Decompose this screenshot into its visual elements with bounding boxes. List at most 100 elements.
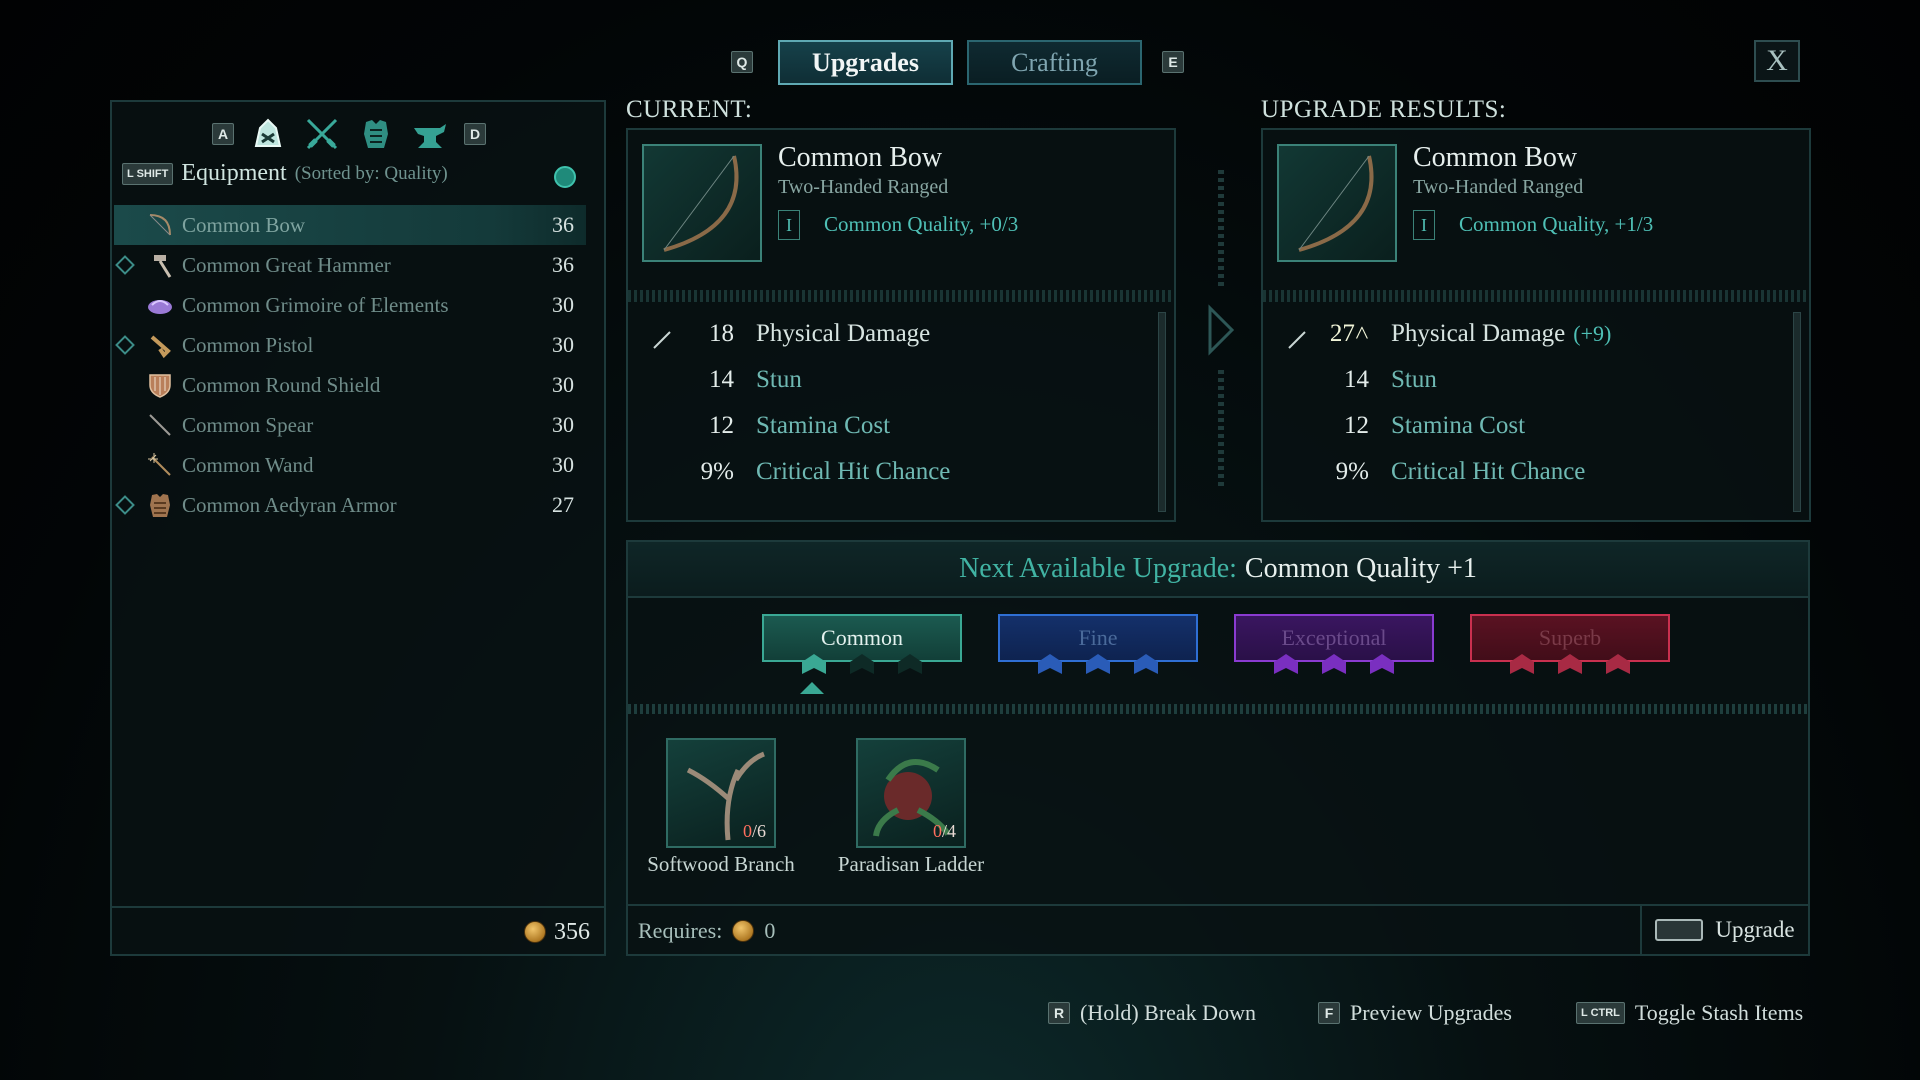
current-item-name: Common Bow	[778, 142, 943, 173]
current-item-type: Two-Handed Ranged	[778, 176, 949, 198]
pip-icon	[1322, 654, 1346, 674]
stat-row: 14 Stun	[1263, 366, 1809, 412]
stats-scrollbar[interactable]	[1793, 312, 1801, 512]
crafting-anvil-icon[interactable]	[410, 114, 450, 154]
equipment-title: Equipment	[181, 160, 287, 186]
shield-icon	[146, 371, 174, 399]
sort-label[interactable]: (Sorted by: Quality)	[295, 163, 448, 185]
grimoire-icon	[146, 291, 174, 319]
pip-icon	[1606, 654, 1630, 674]
item-name: Common Round Shield	[182, 372, 381, 397]
pip-icon	[1086, 654, 1110, 674]
marked-diamond-icon	[115, 255, 135, 275]
tier-exceptional[interactable]: Exceptional	[1234, 614, 1434, 674]
hammer-icon	[146, 251, 174, 279]
toggle-stash-hint[interactable]: L CTRL Toggle Stash Items	[1576, 1000, 1803, 1026]
gold-amount: 356	[554, 918, 590, 945]
list-item[interactable]: Common Pistol 30	[114, 325, 586, 365]
tier-pips	[1472, 654, 1668, 674]
item-level: 30	[552, 412, 574, 437]
marked-diamond-icon	[115, 495, 135, 515]
stat-row: 18 Physical Damage	[628, 320, 1174, 366]
stat-label-text: Physical Damage	[1391, 320, 1566, 347]
upgrade-button[interactable]: Upgrade	[1640, 904, 1808, 956]
sort-key: L SHIFT	[122, 162, 174, 185]
tier-label: Exceptional	[1281, 625, 1387, 650]
sword-icon	[650, 328, 674, 359]
list-item[interactable]: Common Round Shield 30	[114, 365, 586, 405]
material-paradisan-ladder[interactable]: 0/4	[856, 738, 966, 848]
result-item-name: Common Bow	[1413, 142, 1578, 173]
coin-icon	[732, 920, 755, 942]
stat-bonus: (+9)	[1573, 321, 1612, 346]
stat-row: 27˄ Physical Damage (+9)	[1263, 320, 1809, 366]
item-level: 30	[552, 292, 574, 317]
tab-crafting[interactable]: Crafting	[967, 40, 1142, 85]
requires-row: Requires: 0	[628, 904, 1808, 956]
next-upgrade-value: Common Quality +1	[1244, 553, 1477, 584]
tier-superb[interactable]: Superb	[1470, 614, 1670, 674]
hint-label: (Hold) Break Down	[1080, 1000, 1256, 1025]
item-name: Common Spear	[182, 412, 314, 437]
tier-fine[interactable]: Fine	[998, 614, 1198, 674]
list-item[interactable]: Common Bow 36	[114, 205, 586, 245]
pip-icon	[802, 654, 826, 674]
stat-row: 12 Stamina Cost	[628, 412, 1174, 458]
material-name: Paradisan Ladder	[837, 852, 985, 876]
pip-icon	[1510, 654, 1534, 674]
material-count: 0/6	[742, 821, 766, 841]
close-button[interactable]: X	[1754, 40, 1800, 82]
upgrade-results-label: UPGRADE RESULTS:	[1261, 96, 1507, 123]
stat-row: 12 Stamina Cost	[1263, 412, 1809, 458]
pip-icon	[1558, 654, 1582, 674]
stat-label: Critical Hit Chance	[756, 458, 951, 485]
result-quality: Common Quality, +1/3	[1459, 212, 1654, 236]
result-stats-panel: Common Bow Two-Handed Ranged I Common Qu…	[1261, 128, 1811, 522]
key-r: R	[1048, 1002, 1070, 1024]
weapons-icon[interactable]	[302, 114, 342, 154]
spacebar-key-icon	[1655, 919, 1704, 941]
all-items-icon[interactable]	[248, 114, 288, 154]
stat-value: 9%	[1335, 458, 1369, 485]
wand-icon	[146, 451, 174, 479]
filter-icon[interactable]	[554, 166, 576, 188]
list-item[interactable]: Common Spear 30	[114, 405, 586, 445]
current-item-header: Common Bow Two-Handed Ranged I Common Qu…	[628, 130, 1174, 290]
item-level: 30	[552, 372, 574, 397]
tier-label: Common	[821, 625, 903, 650]
tab-upgrades[interactable]: Upgrades	[778, 40, 953, 85]
stat-label: Stun	[1391, 366, 1437, 393]
item-name: Common Wand	[182, 452, 314, 477]
preview-upgrades-hint[interactable]: F Preview Upgrades	[1318, 1000, 1512, 1026]
tier-label: Fine	[1078, 625, 1118, 650]
bow-thumbnail	[1277, 144, 1397, 262]
stat-value: 9%	[700, 458, 734, 485]
break-down-hint[interactable]: R (Hold) Break Down	[1048, 1000, 1256, 1026]
pip-icon	[1134, 654, 1158, 674]
armor-icon[interactable]	[356, 114, 396, 154]
stat-label: Physical Damage (+9)	[1391, 320, 1611, 348]
quality-tier-badge: I	[1413, 210, 1435, 240]
stat-value: 12	[1344, 412, 1369, 439]
stat-value: 18	[709, 320, 734, 347]
stat-row: 14 Stun	[628, 366, 1174, 412]
stat-label: Stun	[756, 366, 802, 393]
divider	[1263, 290, 1809, 302]
stats-scrollbar[interactable]	[1158, 312, 1166, 512]
stat-label: Critical Hit Chance	[1391, 458, 1586, 485]
material-name: Softwood Branch	[647, 852, 795, 876]
tier-common[interactable]: Common	[762, 614, 962, 674]
list-item[interactable]: Common Wand 30	[114, 445, 586, 485]
hint-label: Toggle Stash Items	[1634, 1000, 1804, 1025]
bow-icon	[146, 211, 174, 239]
category-next-key: D	[464, 123, 486, 145]
tier-label: Superb	[1538, 625, 1602, 650]
pistol-icon	[146, 331, 174, 359]
equipment-header: L SHIFT Equipment (Sorted by: Quality)	[122, 160, 448, 187]
list-item[interactable]: Common Grimoire of Elements 30	[114, 285, 586, 325]
pip-icon	[1370, 654, 1394, 674]
stat-row: 9% Critical Hit Chance	[628, 458, 1174, 504]
list-item[interactable]: Common Great Hammer 36	[114, 245, 586, 285]
material-softwood-branch[interactable]: 0/6	[666, 738, 776, 848]
list-item[interactable]: Common Aedyran Armor 27	[114, 485, 586, 525]
